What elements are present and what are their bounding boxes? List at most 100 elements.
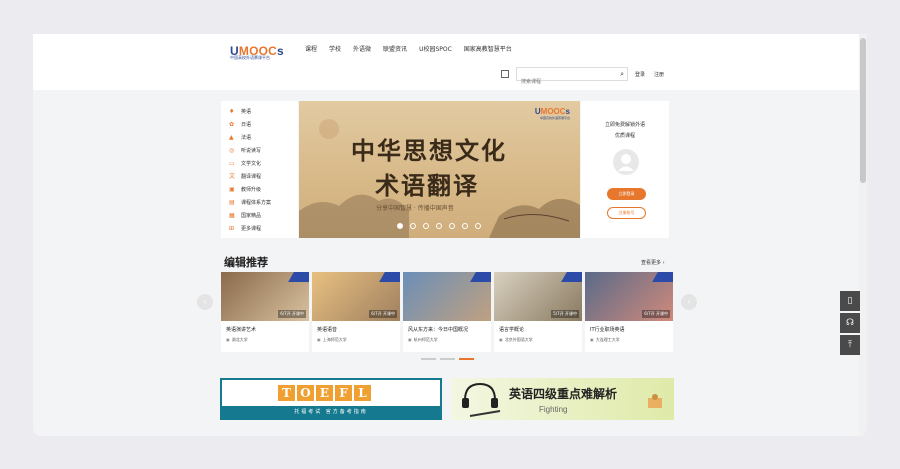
category-item-curriculum[interactable]: ▤ 课程体系方案 [221, 196, 298, 209]
qr-code-icon[interactable] [501, 70, 509, 78]
pager-indicator[interactable] [459, 358, 474, 360]
course-school: ▣ 北京外国语大学 [499, 337, 533, 343]
course-badge [379, 272, 400, 282]
toefl-letter: L [354, 385, 371, 401]
search-input[interactable] [517, 76, 607, 88]
back-to-top-icon[interactable]: ⤒ [840, 335, 860, 355]
category-label: 更多课程 [241, 226, 262, 232]
headset-icon[interactable]: ☊ [840, 313, 860, 333]
category-label: 日语 [241, 122, 252, 128]
category-item-french[interactable]: ▲ 法语 [221, 131, 298, 144]
category-item-national[interactable]: ▦ 国家精品 [221, 209, 298, 222]
toefl-ad-top: T O E F L [222, 380, 440, 406]
course-school-name: 北京外国语大学 [504, 337, 533, 342]
page-scrollbar[interactable] [859, 34, 867, 436]
course-school: ▣ 上海师范大学 [317, 337, 347, 343]
doc-icon: ▤ [229, 198, 235, 206]
banner-dot[interactable] [410, 223, 416, 229]
course-card-list: 6/7开 开课中 英语演讲艺术 ▣ 湖北大学 6/7开 开课中 英语语音 ▣ 上海师范大学 风从… [221, 272, 673, 352]
course-thumbnail [403, 272, 491, 321]
section-title-recommend: 编辑推荐 [224, 256, 268, 269]
category-item-more[interactable]: ⊞ 更多课程 [221, 222, 298, 235]
course-school: ▣ 杭州师范大学 [408, 337, 438, 343]
toefl-ad-banner[interactable]: T O E F L 托福考试 官方备考指南 [220, 378, 442, 420]
tower-icon: ▲ [229, 133, 234, 141]
login-button[interactable]: 立即登录 [607, 188, 646, 200]
category-item-listening[interactable]: ◎ 听说读写 [221, 144, 298, 157]
banner-dot[interactable] [423, 223, 429, 229]
banner-dot[interactable] [436, 223, 442, 229]
login-promo-line2: 优质课程 [614, 133, 635, 139]
course-school-name: 湖北大学 [231, 337, 248, 342]
carousel-prev-button[interactable]: ‹ [197, 294, 213, 310]
banner-title-line1: 中华思想文化 [351, 136, 507, 165]
decoration-icon [648, 394, 662, 408]
category-label: 教师升级 [241, 187, 262, 193]
login-promo-line1: 立即免费解锁外语 [604, 122, 645, 128]
course-school: ▣ 湖北大学 [226, 337, 248, 343]
banner-dot[interactable] [475, 223, 481, 229]
banner-title-line2: 术语翻译 [375, 171, 479, 200]
headphone-icon: ◎ [229, 146, 235, 154]
course-card[interactable]: 风从东方来：今日中国概况 ▣ 杭州师范大学 [403, 272, 491, 352]
nav-courses[interactable]: 课程 [305, 44, 317, 53]
course-status: 6/7开 开课中 [278, 310, 306, 318]
register-button[interactable]: 注册账号 [607, 207, 646, 219]
school-icon: ▣ [499, 337, 503, 342]
course-school: ▣ 大连理工大学 [590, 337, 620, 343]
course-title: IT行业职场英语 [590, 327, 625, 333]
category-label: 翻译课程 [241, 174, 262, 180]
book-icon: ▭ [229, 159, 235, 167]
scrollbar-thumb[interactable] [860, 38, 866, 183]
logo-subtitle: 中国高校外语慕课平台 [230, 55, 270, 60]
course-badge [470, 272, 491, 282]
nav-schools[interactable]: 学校 [329, 44, 341, 53]
nav-alliance-news[interactable]: 联盟资讯 [383, 44, 407, 53]
main-nav: 课程 学校 外语微 联盟资讯 U校园SPOC 国家高教智慧平台 [305, 44, 512, 53]
banner-logo-subtitle: 中国高校外语慕课平台 [539, 116, 570, 120]
course-card[interactable]: 6/7开 开课中 英语语音 ▣ 上海师范大学 [312, 272, 400, 352]
browser-viewport: UMOOCs 中国高校外语慕课平台 课程 学校 外语微 联盟资讯 U校园SPOC… [33, 34, 867, 436]
grid-icon: ⊞ [229, 224, 235, 232]
category-item-teacher[interactable]: ▣ 教师升级 [221, 183, 298, 196]
hero-banner[interactable]: UMOOCs 中国高校外语慕课平台 中华思想文化 术语翻译 分享中国智慧 · 传… [299, 101, 580, 238]
login-link[interactable]: 登录 [635, 71, 645, 78]
school-icon: ▣ [590, 337, 594, 342]
school-icon: ▣ [408, 337, 412, 342]
course-card[interactable]: 5/7开 开课中 语言学概论 ▣ 北京外国语大学 [494, 272, 582, 352]
nav-u-spoc[interactable]: U校园SPOC [419, 44, 452, 53]
course-card[interactable]: 6/7开 开课中 IT行业职场英语 ▣ 大连理工大学 [585, 272, 673, 352]
pager-indicator[interactable] [440, 358, 455, 360]
category-label: 法语 [241, 135, 252, 141]
user-icon [618, 154, 634, 171]
nav-national-platform[interactable]: 国家高教智慧平台 [464, 44, 512, 53]
toefl-letter: T [278, 385, 295, 401]
phone-icon[interactable]: ▯ [840, 291, 860, 311]
course-card[interactable]: 6/7开 开课中 英语演讲艺术 ▣ 湖北大学 [221, 272, 309, 352]
carousel-next-button[interactable]: › [681, 294, 697, 310]
course-status: 6/7开 开课中 [369, 310, 397, 318]
search-icon[interactable]: ⌕ [620, 70, 624, 79]
nav-foreign-micro[interactable]: 外语微 [353, 44, 371, 53]
side-toolbar: ▯ ☊ ⤒ [840, 291, 860, 355]
banner-dot[interactable] [397, 223, 403, 229]
category-item-japanese[interactable]: ✿ 日语 [221, 118, 298, 131]
pager-indicator[interactable] [421, 358, 436, 360]
sakura-icon: ✿ [229, 120, 235, 128]
category-item-english[interactable]: ♦ 英语 [221, 105, 298, 118]
course-title: 风从东方来：今日中国概况 [408, 327, 469, 333]
category-menu: ♦ 英语 ✿ 日语 ▲ 法语 ◎ 听说读写 ▭ 文学文化 文翻译课程 ▣ 教师升级 ▤ 课程体… [221, 101, 298, 238]
chevron-right-icon: › [687, 297, 691, 306]
see-more-link[interactable]: 查看更多 › [641, 259, 665, 266]
register-link[interactable]: 注册 [654, 71, 664, 78]
banner-dot[interactable] [449, 223, 455, 229]
category-item-literature[interactable]: ▭ 文学文化 [221, 157, 298, 170]
school-icon: ▣ [226, 337, 230, 342]
course-thumbnail: 6/7开 开课中 [585, 272, 673, 321]
toefl-letter: E [316, 385, 333, 401]
avatar [613, 149, 639, 175]
banner-dot[interactable] [462, 223, 468, 229]
category-item-translation[interactable]: 文翻译课程 [221, 170, 298, 183]
cet4-ad-banner[interactable]: 英语四级重点难解析 Fighting [451, 378, 674, 420]
toefl-letter: F [335, 385, 352, 401]
